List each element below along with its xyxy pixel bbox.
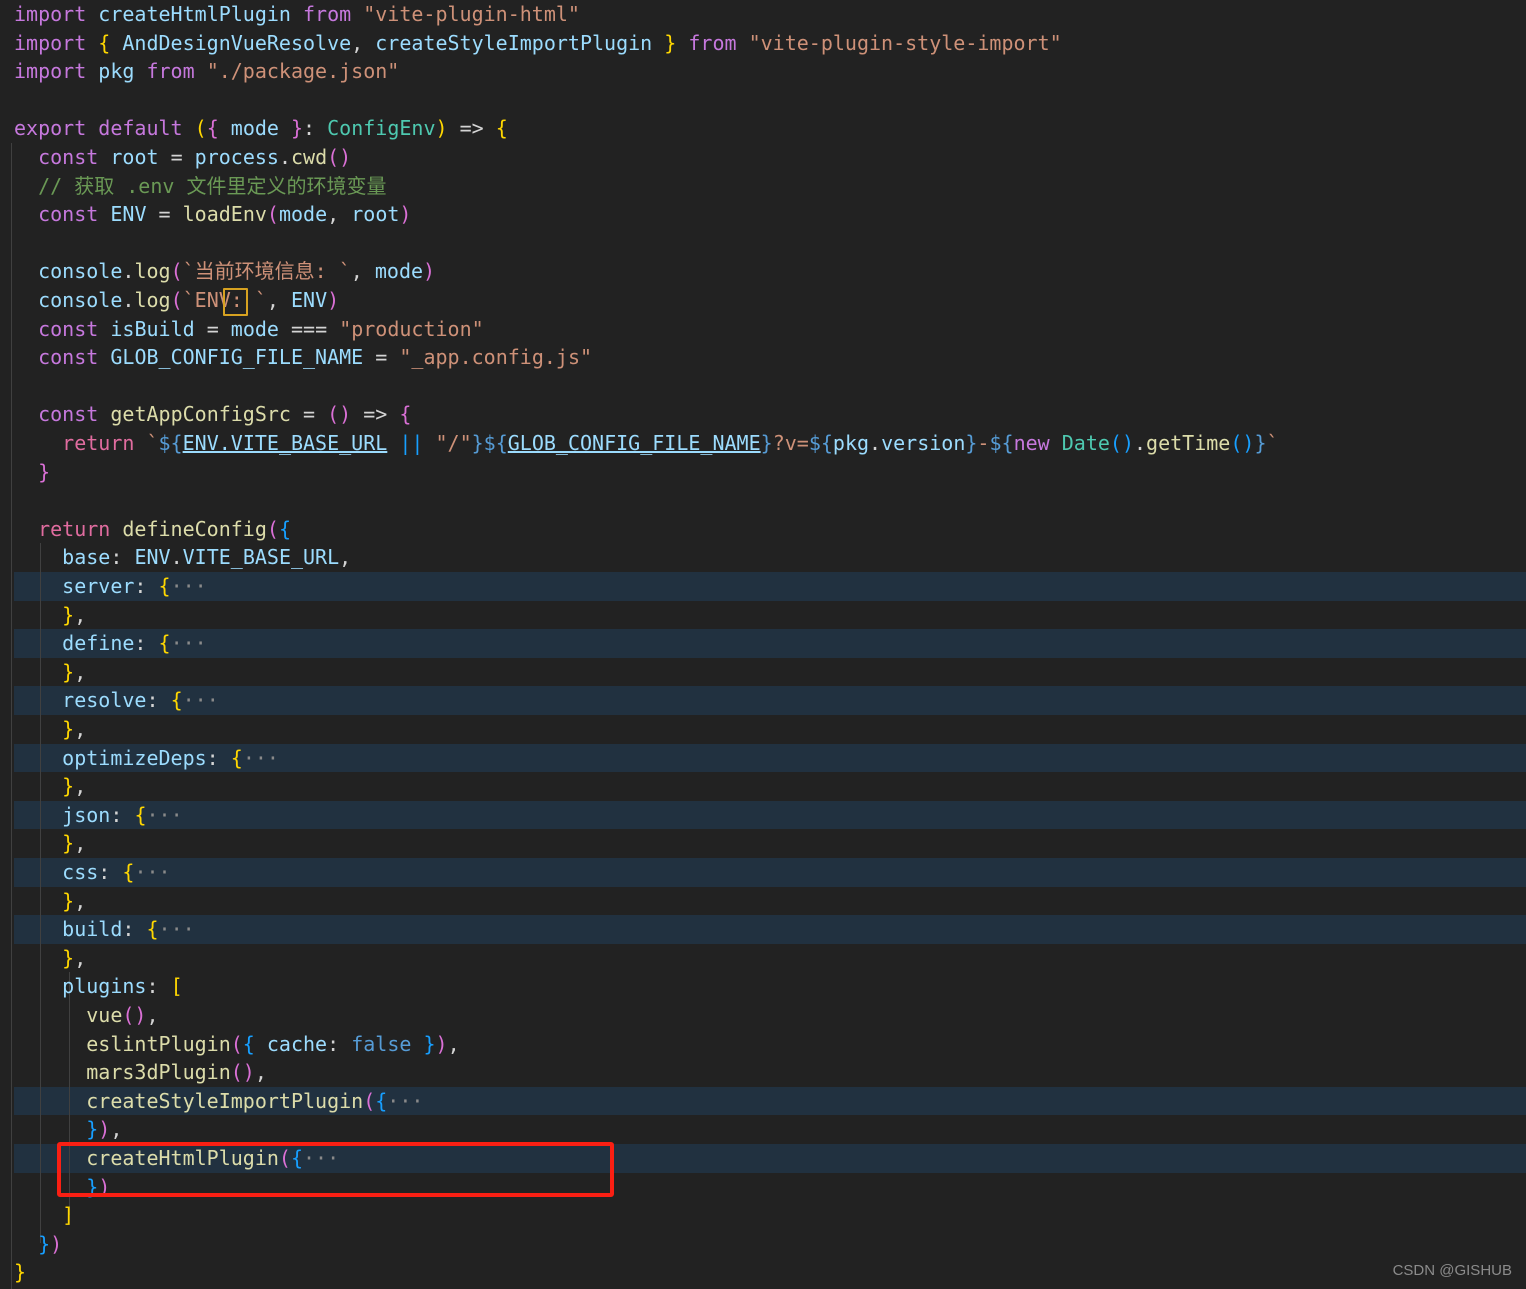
code-line[interactable] — [0, 486, 1526, 515]
code-line-text: }) — [86, 1174, 111, 1199]
code-line[interactable]: }, — [0, 829, 1526, 858]
code-line[interactable]: plugins: [ — [0, 972, 1526, 1001]
code-line[interactable]: mars3dPlugin(), — [0, 1058, 1526, 1087]
code-line-text: }, — [62, 888, 87, 913]
code-line-text: resolve: {··· — [62, 688, 219, 713]
code-line-text: }, — [62, 831, 87, 856]
code-line[interactable] — [0, 372, 1526, 401]
code-line-folded[interactable]: server: {··· — [0, 572, 1526, 601]
code-line[interactable]: }) — [0, 1173, 1526, 1202]
code-line-text: }, — [62, 659, 87, 684]
code-line[interactable]: export default ({ mode }: ConfigEnv) => … — [0, 114, 1526, 143]
code-line-folded[interactable]: css: {··· — [0, 858, 1526, 887]
code-line-text: console.log(`ENV: `, ENV) — [38, 288, 340, 312]
code-line[interactable]: }, — [0, 601, 1526, 630]
code-line-text: // 获取 .env 文件里定义的环境变量 — [38, 173, 387, 198]
code-line-text: }, — [62, 717, 87, 741]
code-line[interactable]: }) — [0, 1230, 1526, 1259]
code-line[interactable]: return defineConfig({ — [0, 515, 1526, 544]
code-line-text: import { AndDesignVueResolve, createStyl… — [14, 30, 1062, 55]
code-line[interactable]: }, — [0, 658, 1526, 687]
code-line-text: console.log(`当前环境信息: `, mode) — [38, 259, 436, 284]
code-line[interactable]: vue(), — [0, 1001, 1526, 1030]
code-line[interactable]: eslintPlugin({ cache: false }), — [0, 1030, 1526, 1059]
code-line-text: return `${ENV.VITE_BASE_URL || "/"}${GLO… — [62, 431, 1279, 455]
code-line[interactable]: return `${ENV.VITE_BASE_URL || "/"}${GLO… — [0, 429, 1526, 458]
code-line[interactable]: ] — [0, 1201, 1526, 1230]
code-line[interactable]: } — [0, 458, 1526, 487]
code-line-text: createStyleImportPlugin({··· — [86, 1088, 424, 1113]
code-line-text: server: {··· — [62, 574, 207, 598]
code-line-text: } — [14, 1260, 27, 1285]
code-line[interactable]: // 获取 .env 文件里定义的环境变量 — [0, 172, 1526, 201]
code-line-text: }) — [38, 1231, 63, 1256]
code-line-text: define: {··· — [62, 631, 207, 656]
code-line[interactable]: }, — [0, 715, 1526, 744]
code-line-text: }), — [86, 1117, 123, 1142]
code-line-text: eslintPlugin({ cache: false }), — [86, 1031, 460, 1056]
code-line-text: }, — [62, 945, 87, 970]
code-line[interactable] — [0, 86, 1526, 115]
code-line-text: }, — [62, 774, 87, 799]
code-line-text: ] — [62, 1203, 75, 1228]
code-line[interactable]: const getAppConfigSrc = () => { — [0, 400, 1526, 429]
code-line[interactable]: const GLOB_CONFIG_FILE_NAME = "_app.conf… — [0, 343, 1526, 372]
code-line-text: }, — [62, 602, 87, 627]
code-line-folded[interactable]: define: {··· — [0, 629, 1526, 658]
code-line[interactable]: }), — [0, 1115, 1526, 1144]
code-line-text: vue(), — [86, 1003, 159, 1027]
code-line[interactable]: console.log(`当前环境信息: `, mode) — [0, 257, 1526, 286]
code-line-text: import createHtmlPlugin from "vite-plugi… — [14, 2, 580, 26]
code-line-text: css: {··· — [62, 860, 171, 884]
code-line-text: const root = process.cwd() — [38, 145, 352, 169]
code-line[interactable]: base: ENV.VITE_BASE_URL, — [0, 543, 1526, 572]
code-line-folded[interactable]: resolve: {··· — [0, 686, 1526, 715]
code-editor-screenshot: import createHtmlPlugin from "vite-plugi… — [0, 0, 1526, 1289]
code-line[interactable]: const root = process.cwd() — [0, 143, 1526, 172]
code-line-text: base: ENV.VITE_BASE_URL, — [62, 545, 352, 570]
code-line[interactable]: const ENV = loadEnv(mode, root) — [0, 200, 1526, 229]
code-line-folded[interactable]: json: {··· — [0, 800, 1526, 830]
code-line-text: optimizeDeps: {··· — [62, 745, 279, 770]
code-line-text: mars3dPlugin(), — [86, 1060, 267, 1085]
code-line-folded[interactable]: createStyleImportPlugin({··· — [0, 1086, 1526, 1116]
code-line[interactable]: } — [0, 1258, 1526, 1287]
code-line-text: build: {··· — [62, 917, 195, 942]
code-line-text: json: {··· — [62, 802, 183, 827]
code-line[interactable]: import pkg from "./package.json" — [0, 57, 1526, 86]
code-line[interactable]: import { AndDesignVueResolve, createStyl… — [0, 29, 1526, 58]
code-editor-surface[interactable]: import createHtmlPlugin from "vite-plugi… — [0, 0, 1526, 1289]
code-line[interactable]: console.log(`ENV: `, ENV) — [0, 286, 1526, 315]
code-line-text: import pkg from "./package.json" — [14, 59, 400, 84]
code-line-text: } — [38, 459, 51, 484]
code-line-text: const getAppConfigSrc = () => { — [38, 402, 412, 427]
code-line-text: export default ({ mode }: ConfigEnv) => … — [14, 116, 508, 141]
code-line[interactable]: }, — [0, 944, 1526, 973]
watermark-label: CSDN @GISHUB — [1392, 1262, 1512, 1279]
code-line[interactable]: const isBuild = mode === "production" — [0, 315, 1526, 344]
code-line-text: const GLOB_CONFIG_FILE_NAME = "_app.conf… — [38, 345, 593, 370]
code-line[interactable] — [0, 229, 1526, 258]
code-line-folded[interactable]: optimizeDeps: {··· — [0, 743, 1526, 773]
code-line-text: const isBuild = mode === "production" — [38, 316, 484, 341]
code-line[interactable]: }, — [0, 772, 1526, 801]
code-line-text: createHtmlPlugin({··· — [86, 1146, 340, 1170]
code-line-text: return defineConfig({ — [38, 516, 291, 541]
code-line[interactable]: import createHtmlPlugin from "vite-plugi… — [0, 0, 1526, 29]
code-line-text: plugins: [ — [62, 974, 183, 999]
code-line-folded[interactable]: createHtmlPlugin({··· — [0, 1144, 1526, 1173]
code-line-folded[interactable]: build: {··· — [0, 915, 1526, 944]
code-line[interactable]: }, — [0, 887, 1526, 916]
code-line-text: const ENV = loadEnv(mode, root) — [38, 202, 412, 227]
